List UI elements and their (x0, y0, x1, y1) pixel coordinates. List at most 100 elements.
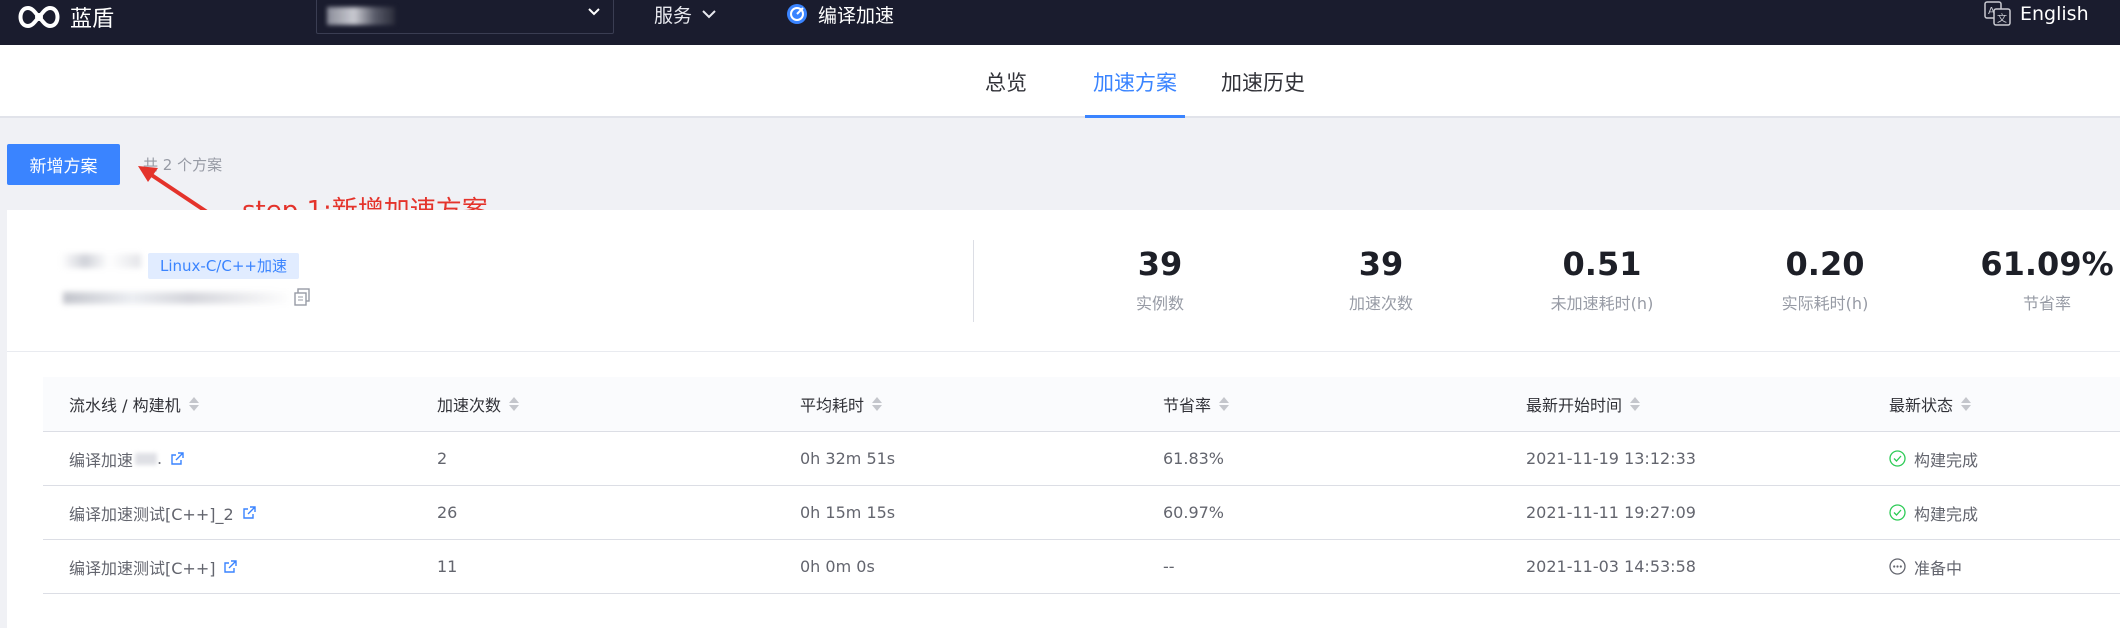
nav-service-label: 服务 (654, 4, 693, 27)
sort-icon[interactable] (1630, 396, 1641, 412)
header-label: 流水线 / 构建机 (69, 396, 181, 415)
chevron-down-icon (702, 10, 716, 19)
stats-divider (973, 240, 974, 322)
pipeline-table: 流水线 / 构建机 加速次数 平均耗时 节省率 最新开始时间 最新状态 编译加速… (43, 377, 2120, 594)
svg-text:A: A (1988, 6, 1995, 17)
stat-unaccel-time: 0.51 未加速耗时(h) (1551, 244, 1654, 314)
start-time-cell: 2021-11-19 13:12:33 (1526, 449, 1696, 468)
turbo-accel-icon (787, 4, 807, 24)
start-time-cell: 2021-11-03 14:53:58 (1526, 557, 1696, 576)
count-cell: 2 (437, 449, 448, 468)
sort-icon[interactable] (1961, 396, 1972, 412)
save-rate-cell: 61.83% (1163, 449, 1225, 468)
stat-accel-count: 39 加速次数 (1349, 244, 1413, 314)
stat-save-rate: 61.09% 节省率 (1980, 244, 2113, 314)
plan-name-redacted (61, 254, 141, 268)
header-count[interactable]: 加速次数 (437, 377, 520, 431)
header-label: 平均耗时 (800, 396, 865, 415)
table-row: 编译加速 . 2 0h 32m 51s 61.83% 2021-11-19 13… (43, 432, 2120, 486)
check-circle-icon (1889, 450, 1906, 467)
avg-time-cell: 0h 0m 0s (800, 557, 875, 576)
ellipsis-circle-icon (1889, 558, 1906, 575)
status-cell: 准备中 (1889, 540, 1962, 593)
external-link-icon[interactable] (170, 451, 185, 466)
nav-compile-accel[interactable]: 编译加速 (786, 0, 894, 28)
save-rate-cell: -- (1163, 557, 1175, 576)
header-save-rate[interactable]: 节省率 (1163, 377, 1230, 431)
pipeline-name[interactable]: 编译加速测试[C++] (69, 555, 215, 579)
stat-label: 节省率 (2022, 294, 2071, 313)
stat-instances: 39 实例数 (1136, 244, 1184, 314)
redacted-text (135, 452, 158, 465)
pipeline-name-cell: 编译加速测试[C++]_2 (69, 486, 257, 539)
plan-card: Linux-C/C++加速 39 实例数 39 加速次数 0.51 未加速耗时(… (7, 210, 2120, 628)
tab-accel-plans[interactable]: 加速方案 (1085, 45, 1185, 118)
pipeline-name-cell: 编译加速 . (69, 432, 185, 485)
status-cell: 构建完成 (1889, 486, 1978, 539)
external-link-icon[interactable] (223, 559, 238, 574)
svg-text:文: 文 (1997, 12, 2007, 25)
stat-value: 39 (1358, 245, 1404, 283)
pipeline-name[interactable]: 编译加速 (69, 447, 133, 471)
header-start-time[interactable]: 最新开始时间 (1526, 377, 1641, 431)
os-tag: Linux-C/C++加速 (148, 253, 299, 279)
add-plan-button[interactable]: 新增方案 (7, 144, 120, 185)
table-row: 编译加速测试[C++]_2 26 0h 15m 15s 60.97% 2021-… (43, 486, 2120, 540)
start-time-cell: 2021-11-11 19:27:09 (1526, 503, 1696, 522)
logo-icon (18, 5, 60, 29)
sort-icon[interactable] (509, 396, 520, 412)
status-text: 准备中 (1914, 558, 1963, 578)
copy-icon[interactable] (293, 288, 311, 306)
plan-id-redacted (63, 292, 293, 304)
pipeline-name[interactable]: 编译加速测试[C++]_2 (69, 501, 234, 525)
header-avg-time[interactable]: 平均耗时 (800, 377, 883, 431)
pipeline-name-suffix: . (157, 449, 163, 468)
header-status[interactable]: 最新状态 (1889, 377, 1972, 431)
status-text: 构建完成 (1914, 504, 1979, 524)
language-label: English (2020, 3, 2089, 25)
stat-actual-time: 0.20 实际耗时(h) (1782, 244, 1869, 314)
tab-accel-history[interactable]: 加速历史 (1221, 45, 1305, 118)
stat-label: 未加速耗时(h) (1550, 294, 1654, 313)
plan-card-header: Linux-C/C++加速 39 实例数 39 加速次数 0.51 未加速耗时(… (7, 210, 2120, 352)
header-label: 加速次数 (437, 396, 502, 415)
status-cell: 构建完成 (1889, 432, 1978, 485)
tab-overview[interactable]: 总览 (985, 45, 1027, 118)
translate-icon: A 文 (1984, 1, 2011, 26)
header-label: 节省率 (1163, 396, 1212, 415)
logo-text: 蓝盾 (70, 7, 115, 32)
external-link-icon[interactable] (242, 505, 257, 520)
nav-accel-label: 编译加速 (818, 4, 895, 27)
table-row: 编译加速测试[C++] 11 0h 0m 0s -- 2021-11-03 14… (43, 540, 2120, 594)
top-nav-bar: 蓝盾 服务 编译加速 A 文 English (0, 0, 2120, 45)
count-cell: 26 (437, 503, 458, 522)
count-cell: 11 (437, 557, 458, 576)
header-label: 最新开始时间 (1526, 396, 1623, 415)
stat-value: 0.51 (1562, 245, 1642, 283)
table-header: 流水线 / 构建机 加速次数 平均耗时 节省率 最新开始时间 最新状态 (43, 377, 2120, 432)
save-rate-cell: 60.97% (1163, 503, 1225, 522)
stat-value: 61.09% (1980, 245, 2114, 283)
sort-icon[interactable] (872, 396, 883, 412)
project-select[interactable] (316, 0, 614, 34)
avg-time-cell: 0h 15m 15s (800, 503, 896, 522)
chevron-down-icon (588, 8, 600, 16)
check-circle-icon (1889, 504, 1906, 521)
language-switch[interactable]: A 文 English (1984, 0, 2089, 28)
status-text: 构建完成 (1914, 450, 1979, 470)
stat-value: 39 (1137, 245, 1183, 283)
stat-value: 0.20 (1785, 245, 1865, 283)
sort-icon[interactable] (1219, 396, 1230, 412)
stat-label: 加速次数 (1348, 294, 1414, 313)
tab-bar: 总览 加速方案 加速历史 (0, 45, 2120, 118)
stat-label: 实际耗时(h) (1781, 294, 1869, 313)
header-label: 最新状态 (1889, 396, 1954, 415)
avg-time-cell: 0h 32m 51s (800, 449, 896, 468)
logo[interactable]: 蓝盾 (16, 0, 114, 34)
pipeline-name-cell: 编译加速测试[C++] (69, 540, 238, 593)
project-name-redacted (327, 7, 395, 25)
sort-icon[interactable] (188, 396, 199, 412)
nav-service-menu[interactable]: 服务 (654, 0, 716, 28)
header-pipeline[interactable]: 流水线 / 构建机 (69, 377, 199, 431)
stat-label: 实例数 (1135, 294, 1185, 313)
